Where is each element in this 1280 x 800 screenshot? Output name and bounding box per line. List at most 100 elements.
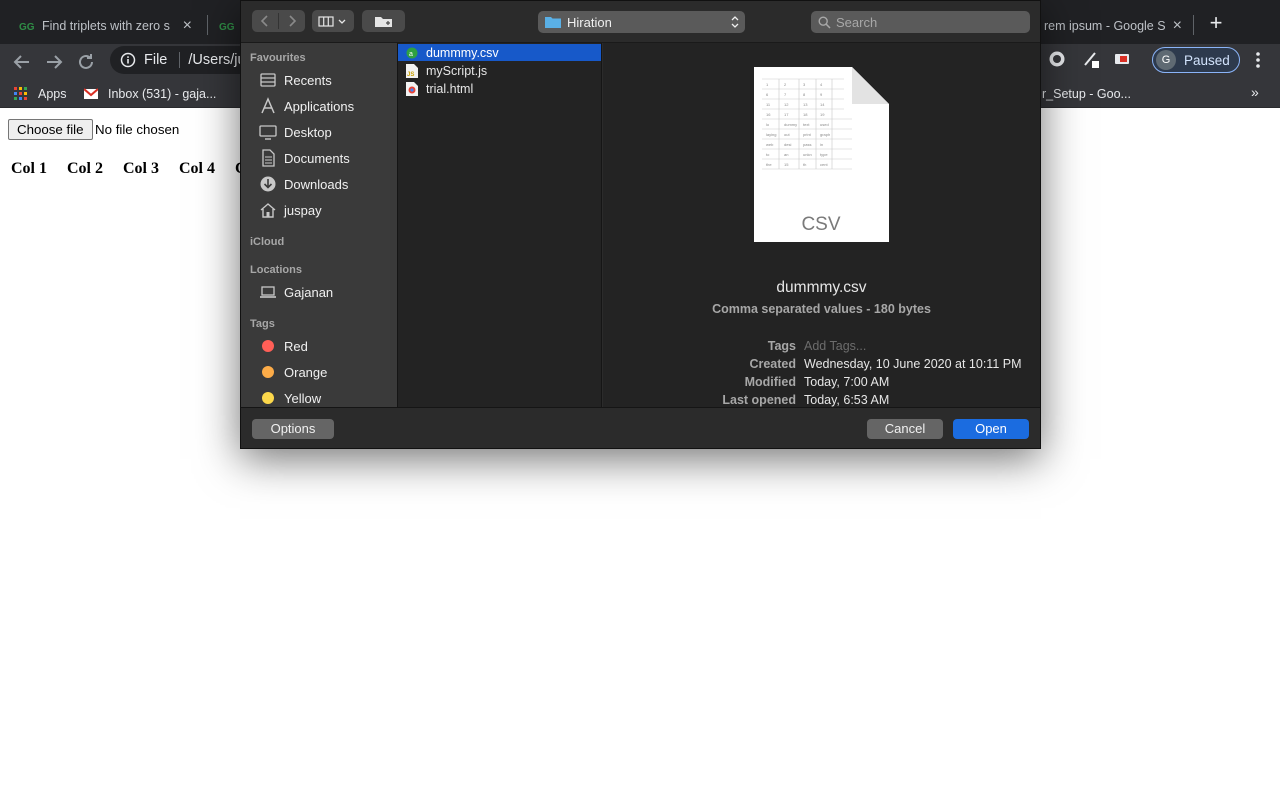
document-type-label: CSV bbox=[801, 214, 840, 235]
svg-text:13: 13 bbox=[803, 102, 808, 107]
laptop-icon bbox=[260, 286, 276, 298]
file-row-trial-html[interactable]: trial.html bbox=[398, 80, 601, 97]
close-tab-icon[interactable]: × bbox=[1173, 17, 1182, 35]
bookmark-label: r_Setup - Goo... bbox=[1042, 87, 1131, 101]
file-list: a dummmy.csv JS myScript.js trial.html bbox=[397, 43, 602, 407]
svg-text:14: 14 bbox=[820, 102, 825, 107]
sidebar-item-label: Orange bbox=[284, 364, 328, 380]
sidebar-item-label: Yellow bbox=[284, 390, 322, 406]
sidebar-item-label: Applications bbox=[284, 98, 355, 114]
file-name: dummmy.csv bbox=[426, 45, 499, 60]
pen-extension-icon[interactable] bbox=[1082, 50, 1100, 68]
bookmark-setup[interactable]: r_Setup - Goo... bbox=[1042, 85, 1131, 103]
column-header: Col 3 bbox=[123, 160, 159, 177]
forward-arrow-icon[interactable] bbox=[42, 50, 66, 74]
svg-text:used: used bbox=[820, 122, 829, 127]
browser-tab[interactable]: GG bbox=[218, 8, 242, 44]
back-chevron-icon[interactable] bbox=[252, 10, 278, 32]
folder-icon bbox=[545, 17, 561, 28]
file-row-myscript-js[interactable]: JS myScript.js bbox=[398, 62, 601, 79]
svg-text:web: web bbox=[766, 142, 774, 147]
svg-text:pass: pass bbox=[803, 142, 811, 147]
svg-text:desi: desi bbox=[784, 142, 791, 147]
cancel-button[interactable]: Cancel bbox=[867, 419, 943, 439]
meta-value-modified: Today, 7:00 AM bbox=[804, 375, 890, 389]
sidebar-item-applications[interactable]: Applications bbox=[259, 96, 354, 116]
desktop-icon bbox=[259, 125, 277, 140]
bookmark-inbox[interactable]: Inbox (531) - gaja... bbox=[84, 85, 216, 103]
open-file-dialog: Hiration Search Favourites Recents Appli… bbox=[240, 0, 1041, 449]
reload-icon[interactable] bbox=[74, 50, 98, 74]
home-icon bbox=[260, 203, 276, 218]
sidebar-item-downloads[interactable]: Downloads bbox=[259, 174, 348, 194]
more-menu-icon[interactable] bbox=[1250, 50, 1266, 70]
bookmark-label: Inbox (531) - gaja... bbox=[108, 87, 217, 101]
forward-chevron-icon[interactable] bbox=[279, 10, 305, 32]
svg-text:cent: cent bbox=[820, 162, 828, 167]
choose-file-button[interactable]: Choose file bbox=[8, 119, 93, 140]
sidebar-item-juspay[interactable]: juspay bbox=[259, 200, 322, 220]
search-placeholder: Search bbox=[836, 14, 878, 30]
new-folder-button[interactable] bbox=[362, 10, 405, 32]
documents-icon bbox=[262, 149, 275, 167]
avatar: G bbox=[1156, 50, 1176, 70]
bookmarks-overflow-button[interactable]: » bbox=[1251, 84, 1259, 100]
file-name: myScript.js bbox=[426, 63, 488, 78]
sidebar-tag-yellow[interactable]: Yellow bbox=[259, 388, 321, 407]
view-mode-button[interactable] bbox=[312, 10, 354, 32]
new-tab-button[interactable]: + bbox=[1205, 12, 1227, 34]
dialog-sidebar: Favourites Recents Applications Desktop … bbox=[241, 43, 397, 407]
profile-button[interactable]: G Paused bbox=[1152, 47, 1240, 73]
tab-title: rem ipsum - Google S bbox=[1044, 19, 1166, 33]
close-tab-icon[interactable]: × bbox=[183, 17, 192, 35]
sidebar-item-desktop[interactable]: Desktop bbox=[259, 122, 332, 142]
url-text: /Users/ju bbox=[188, 52, 246, 68]
sidebar-item-documents[interactable]: Documents bbox=[259, 148, 350, 168]
sidebar-section-icloud[interactable]: iCloud bbox=[250, 236, 284, 248]
downloads-icon bbox=[260, 176, 276, 192]
sidebar-tag-orange[interactable]: Orange bbox=[259, 362, 327, 382]
svg-text:the: the bbox=[766, 162, 772, 167]
tab-divider bbox=[207, 15, 208, 35]
add-tags-field[interactable]: Add Tags... bbox=[804, 339, 866, 353]
column-header: Col 1 bbox=[11, 160, 47, 177]
meta-key-last-opened: Last opened bbox=[722, 393, 796, 407]
column-header: Col 4 bbox=[179, 160, 215, 177]
apps-grid-icon bbox=[14, 87, 27, 100]
sidebar-item-label: Recents bbox=[284, 72, 332, 88]
svg-text:graph: graph bbox=[820, 132, 830, 137]
svg-text:a: a bbox=[409, 51, 413, 58]
column-header: Col 2 bbox=[67, 160, 103, 177]
tab-divider bbox=[1193, 15, 1194, 35]
back-arrow-icon[interactable] bbox=[10, 50, 34, 74]
meta-key-tags: Tags bbox=[767, 339, 796, 353]
meta-key-created: Created bbox=[749, 357, 796, 371]
column-view-icon bbox=[318, 16, 346, 27]
svg-text:GG: GG bbox=[219, 22, 234, 33]
cast-extension-icon[interactable] bbox=[1113, 50, 1131, 68]
meta-value-created: Wednesday, 10 June 2020 at 10:11 PM bbox=[804, 357, 1022, 371]
open-button[interactable]: Open bbox=[953, 419, 1029, 439]
sidebar-item-recents[interactable]: Recents bbox=[259, 70, 332, 90]
info-icon[interactable] bbox=[120, 52, 136, 68]
browser-tab[interactable]: GG Find triplets with zero s × bbox=[18, 8, 204, 44]
extension-icon[interactable] bbox=[1048, 50, 1066, 68]
geeksforgeeks-icon: GG bbox=[19, 22, 34, 33]
sidebar-section-favourites: Favourites bbox=[250, 52, 306, 64]
tag-yellow-dot-icon bbox=[262, 392, 274, 404]
sidebar-item-gajanan[interactable]: Gajanan bbox=[259, 282, 333, 302]
preview-file-kind: Comma separated values - 180 bytes bbox=[712, 302, 931, 316]
sidebar-tag-red[interactable]: Red bbox=[259, 336, 308, 356]
file-preview: 1234 6789 11 12 13 14 16 17 18 19 lo dummy text u… bbox=[603, 43, 1040, 407]
file-status-text: No file chosen bbox=[95, 122, 180, 137]
svg-text:18: 18 bbox=[803, 112, 808, 117]
location-popup[interactable]: Hiration bbox=[538, 11, 745, 33]
options-button[interactable]: Options bbox=[252, 419, 334, 439]
file-row-dummmy-csv[interactable]: a dummmy.csv bbox=[398, 44, 601, 61]
svg-text:JS: JS bbox=[407, 72, 414, 78]
csv-document-thumbnail-icon: 1234 6789 11 12 13 14 16 17 18 19 lo dummy text u… bbox=[754, 67, 889, 242]
svg-text:unkn: unkn bbox=[803, 152, 812, 157]
search-input[interactable]: Search bbox=[811, 11, 1030, 33]
browser-tab[interactable]: rem ipsum - Google S × bbox=[1044, 8, 1190, 44]
bookmark-apps[interactable]: Apps bbox=[14, 85, 67, 103]
